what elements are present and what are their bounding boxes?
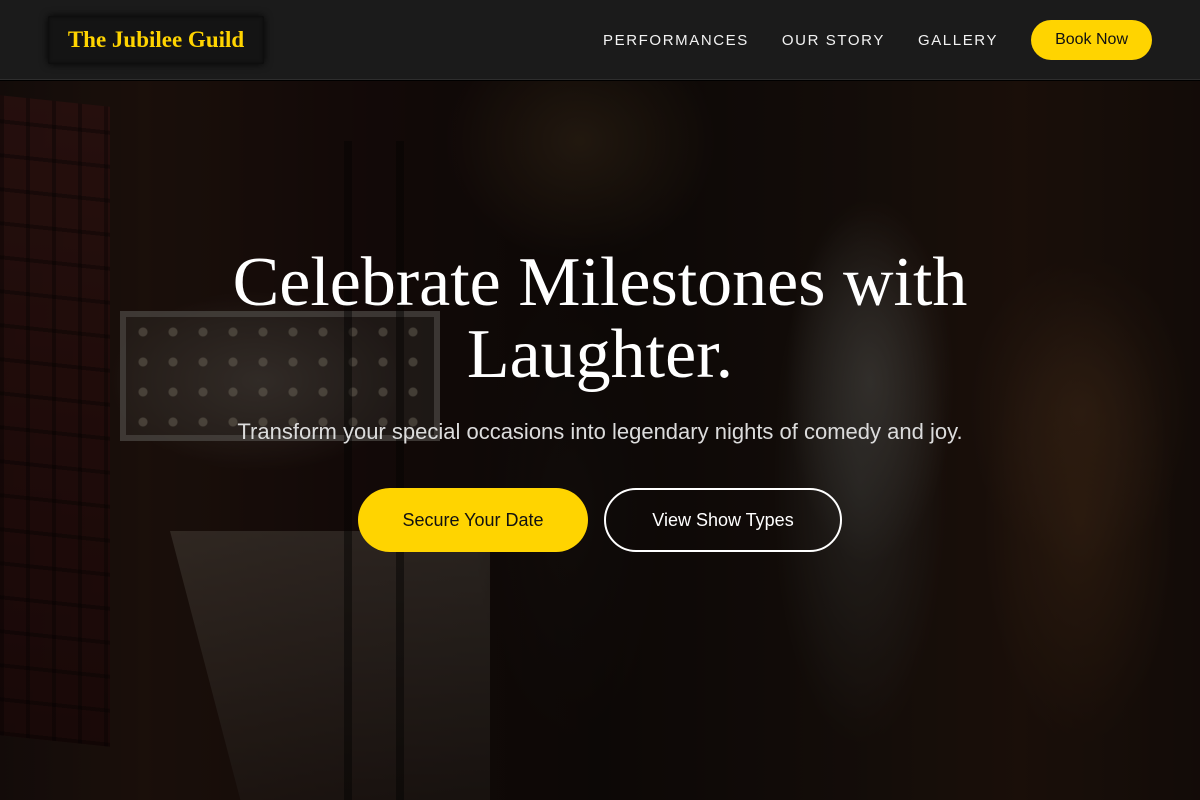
hero-subtitle: Transform your special occasions into le… xyxy=(237,419,963,444)
book-now-button[interactable]: Book Now xyxy=(1031,20,1152,60)
hero-title: Celebrate Milestones with Laughter. xyxy=(232,244,968,393)
hero-section: Celebrate Milestones with Laughter. Tran… xyxy=(0,81,1200,800)
hero-actions: Secure Your Date View Show Types xyxy=(0,488,1200,552)
secure-your-date-button[interactable]: Secure Your Date xyxy=(358,488,588,552)
site-header: The Jubilee Guild PERFORMANCES OUR STORY… xyxy=(0,0,1200,80)
main-nav: PERFORMANCES OUR STORY GALLERY Book Now xyxy=(603,0,1152,80)
brand-logo[interactable]: The Jubilee Guild xyxy=(48,16,264,64)
nav-link-gallery[interactable]: GALLERY xyxy=(918,32,998,49)
view-show-types-button[interactable]: View Show Types xyxy=(604,488,842,552)
nav-link-our-story[interactable]: OUR STORY xyxy=(782,32,885,49)
nav-link-performances[interactable]: PERFORMANCES xyxy=(603,32,749,49)
hero-content: Celebrate Milestones with Laughter. Tran… xyxy=(0,81,1200,800)
